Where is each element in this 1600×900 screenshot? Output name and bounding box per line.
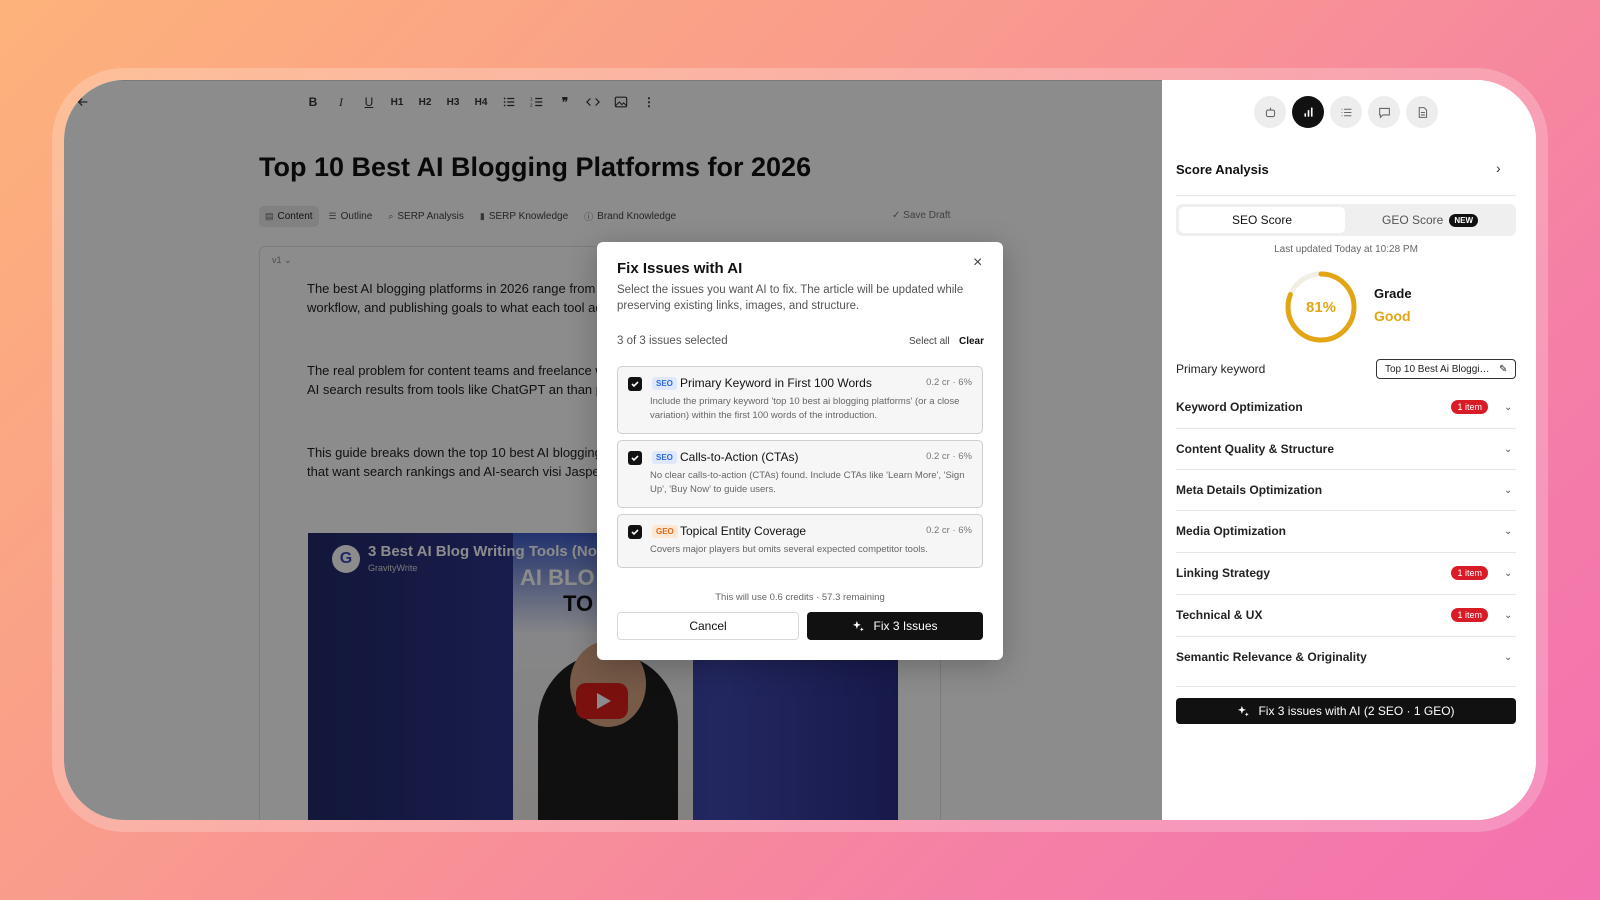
checkbox-checked[interactable] <box>628 525 642 539</box>
divider <box>1176 195 1516 196</box>
chevron-down-icon: ⌄ <box>1504 567 1513 579</box>
chevron-right-icon[interactable]: › <box>1496 160 1501 176</box>
section-label: Technical & UX <box>1176 608 1263 622</box>
section-semantic-relevance[interactable]: Semantic Relevance & Originality ⌄ <box>1176 636 1516 678</box>
issue-cost: 0.2 cr · 6% <box>926 451 972 462</box>
issue-badge: 1 item <box>1451 608 1488 622</box>
seo-tag: SEO <box>652 377 677 390</box>
primary-keyword-label: Primary keyword <box>1176 362 1266 376</box>
section-meta-details[interactable]: Meta Details Optimization ⌄ <box>1176 469 1516 511</box>
chevron-down-icon: ⌄ <box>1504 443 1513 455</box>
credits-info: This will use 0.6 credits · 57.3 remaini… <box>715 592 885 603</box>
issue-description: Include the primary keyword 'top 10 best… <box>650 396 960 421</box>
section-label: Content Quality & Structure <box>1176 442 1335 456</box>
issue-item[interactable]: GEO Topical Entity Coverage 0.2 cr · 6% … <box>617 514 983 568</box>
list-icon[interactable] <box>1330 96 1362 128</box>
chevron-down-icon: ⌄ <box>1504 609 1513 621</box>
issue-title: Primary Keyword in First 100 Words <box>680 376 872 390</box>
section-label: Media Optimization <box>1176 524 1287 538</box>
section-media-optimization[interactable]: Media Optimization ⌄ <box>1176 510 1516 552</box>
issue-item[interactable]: SEO Calls-to-Action (CTAs) 0.2 cr · 6% N… <box>617 440 983 508</box>
divider <box>1176 686 1516 687</box>
sparkle-icon <box>853 620 865 631</box>
checkbox-checked[interactable] <box>628 451 642 465</box>
score-analysis-heading: Score Analysis <box>1176 162 1269 177</box>
bar-chart-icon[interactable] <box>1292 96 1324 128</box>
issue-badge: 1 item <box>1451 566 1488 580</box>
last-updated: Last updated Today at 10:28 PM <box>1274 244 1418 255</box>
app-window: Top 10 Best AI Blogging Platforms for 20… <box>64 80 1536 820</box>
section-label: Meta Details Optimization <box>1176 483 1323 497</box>
fix-all-issues-button[interactable]: Fix 3 issues with AI (2 SEO · 1 GEO) <box>1176 698 1516 724</box>
primary-keyword-field[interactable]: Top 10 Best Ai Bloggin... ✎ <box>1376 359 1516 379</box>
document-icon[interactable] <box>1406 96 1438 128</box>
issue-title: Calls-to-Action (CTAs) <box>680 450 799 464</box>
check-icon <box>631 529 639 536</box>
tab-geo-score[interactable]: GEO Score NEW <box>1347 207 1513 233</box>
fix-issues-label: Fix 3 Issues <box>873 619 938 633</box>
issue-description: No clear calls-to-action (CTAs) found. I… <box>650 470 965 495</box>
check-icon <box>631 381 639 388</box>
primary-keyword-value: Top 10 Best Ai Bloggin... <box>1385 363 1493 375</box>
selected-count: 3 of 3 issues selected <box>617 335 728 347</box>
new-badge: NEW <box>1449 213 1479 227</box>
edit-pencil-icon[interactable]: ✎ <box>1499 364 1507 375</box>
clear-button[interactable]: Clear <box>959 336 984 347</box>
chevron-down-icon: ⌄ <box>1504 484 1513 496</box>
select-all-button[interactable]: Select all <box>909 336 950 347</box>
fix-issues-button[interactable]: Fix 3 Issues <box>807 612 983 640</box>
section-label: Semantic Relevance & Originality <box>1176 650 1367 664</box>
section-content-quality[interactable]: Content Quality & Structure ⌄ <box>1176 428 1516 470</box>
seo-tag: SEO <box>652 451 677 464</box>
grade-label: Grade <box>1374 286 1412 301</box>
geo-tag: GEO <box>652 525 678 538</box>
issue-item[interactable]: SEO Primary Keyword in First 100 Words 0… <box>617 366 983 434</box>
checkbox-checked[interactable] <box>628 377 642 391</box>
comment-icon[interactable] <box>1368 96 1400 128</box>
grade-value: Good <box>1374 308 1411 324</box>
score-panel: Score Analysis › SEO Score GEO Score NEW … <box>1162 80 1536 820</box>
issue-title: Topical Entity Coverage <box>680 524 807 538</box>
fix-issues-modal: Fix Issues with AI × Select the issues y… <box>597 242 1003 660</box>
issue-description: Covers major players but omits several e… <box>650 544 928 555</box>
issue-cost: 0.2 cr · 6% <box>926 377 972 388</box>
close-icon[interactable]: × <box>973 254 982 272</box>
chevron-down-icon: ⌄ <box>1504 401 1513 413</box>
panel-icon-bar <box>1254 96 1438 128</box>
section-label: Linking Strategy <box>1176 566 1271 580</box>
tab-seo-score[interactable]: SEO Score <box>1179 207 1345 233</box>
issue-badge: 1 item <box>1451 400 1488 414</box>
modal-title: Fix Issues with AI <box>617 260 743 277</box>
chevron-down-icon: ⌄ <box>1504 651 1513 663</box>
section-label: Keyword Optimization <box>1176 400 1303 414</box>
chevron-down-icon: ⌄ <box>1504 525 1513 537</box>
check-icon <box>631 455 639 462</box>
geo-tab-label: GEO Score <box>1381 213 1444 227</box>
section-technical-ux[interactable]: Technical & UX 1 item ⌄ <box>1176 594 1516 636</box>
score-value: 81% <box>1305 298 1337 316</box>
modal-description: Select the issues you want AI to fix. Th… <box>617 284 964 312</box>
robot-icon[interactable] <box>1254 96 1286 128</box>
issue-cost: 0.2 cr · 6% <box>926 525 972 536</box>
cancel-button[interactable]: Cancel <box>617 612 799 640</box>
fix-all-label: Fix 3 issues with AI (2 SEO · 1 GEO) <box>1258 704 1455 718</box>
section-linking-strategy[interactable]: Linking Strategy 1 item ⌄ <box>1176 552 1516 594</box>
score-type-toggle: SEO Score GEO Score NEW <box>1176 204 1516 236</box>
sparkle-icon <box>1238 705 1250 716</box>
section-keyword-optimization[interactable]: Keyword Optimization 1 item ⌄ <box>1176 386 1516 428</box>
